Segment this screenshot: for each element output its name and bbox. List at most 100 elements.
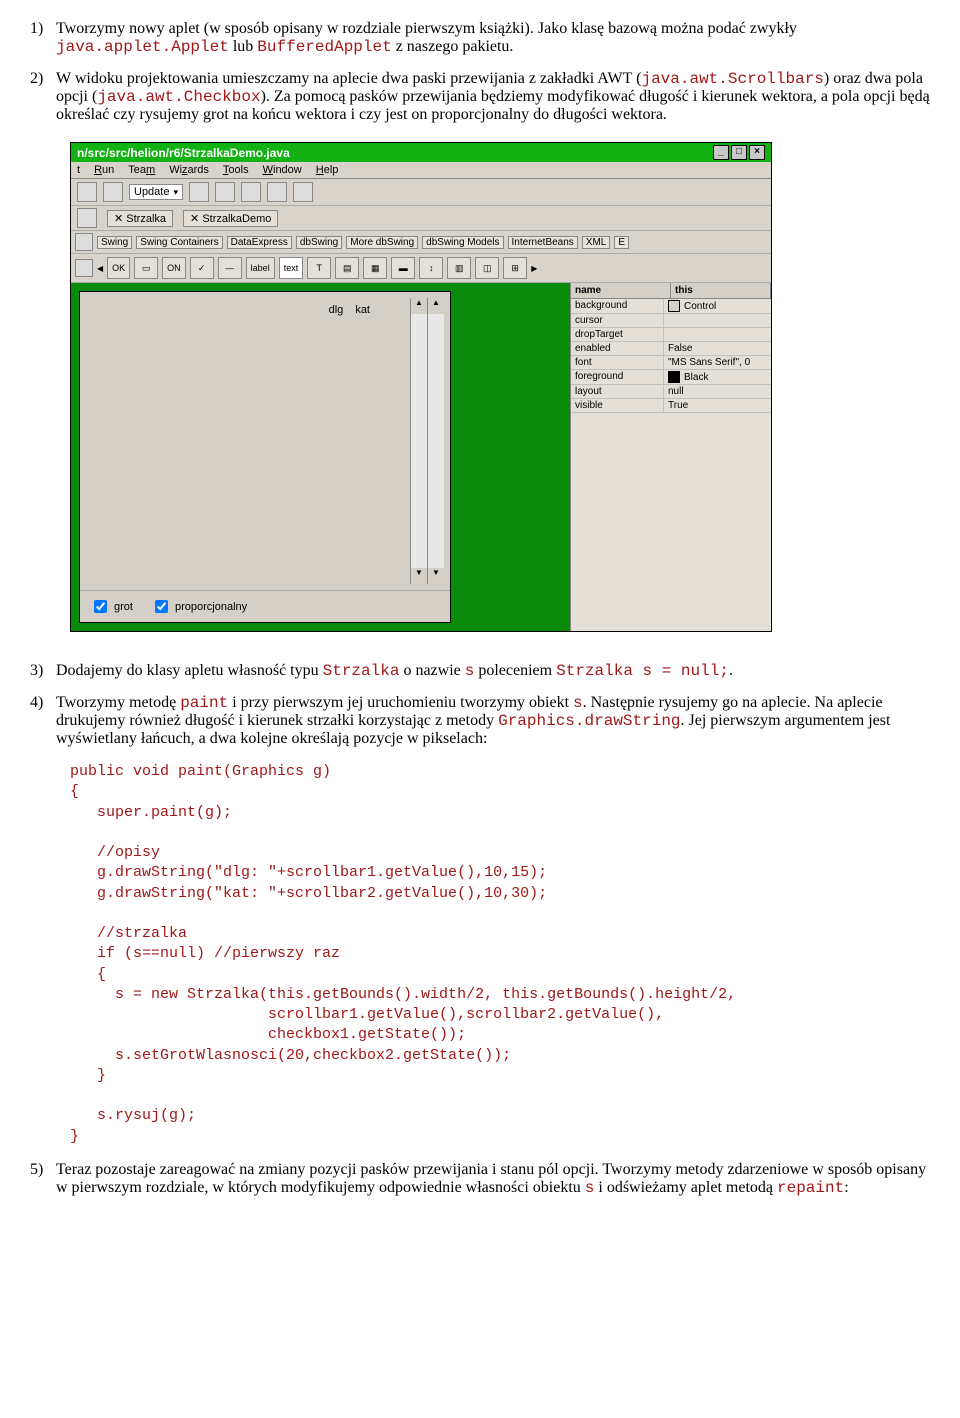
menu-item[interactable]: Wizards	[169, 164, 209, 176]
palette-item[interactable]: text	[279, 257, 304, 279]
file-tabs: ✕ Strzalka ✕ StrzalkaDemo	[71, 206, 771, 231]
palette-item[interactable]: ▬	[391, 257, 415, 279]
prop-name: layout	[571, 385, 664, 398]
property-row[interactable]: foregroundBlack	[571, 370, 771, 385]
property-row[interactable]: visibleTrue	[571, 399, 771, 413]
toolbar-dropdown[interactable]: Update	[129, 184, 183, 200]
palette-item[interactable]: ⊞	[503, 257, 527, 279]
toolbar-button[interactable]	[267, 182, 287, 202]
palette-item[interactable]: ◫	[475, 257, 499, 279]
step-number: 1)	[30, 20, 56, 56]
step-5: 5) Teraz pozostaje zareagować na zmiany …	[30, 1161, 930, 1197]
toolbar-button[interactable]	[75, 233, 93, 251]
prop-value[interactable]	[664, 328, 771, 341]
property-row[interactable]: font"MS Sans Serif", 0	[571, 356, 771, 370]
menu-item[interactable]: Window	[263, 164, 302, 176]
palette-item[interactable]: ✓	[190, 257, 214, 279]
minimize-button[interactable]: _	[713, 145, 729, 160]
maximize-button[interactable]: □	[731, 145, 747, 160]
palette-tab[interactable]: InternetBeans	[508, 236, 578, 249]
scroll-track[interactable]	[411, 314, 427, 568]
file-tab[interactable]: ✕ Strzalka	[107, 210, 173, 227]
checkbox-grot[interactable]: grot	[90, 597, 133, 616]
palette-item[interactable]: label	[246, 257, 275, 279]
vertical-scrollbar[interactable]: ▲ ▼	[427, 298, 444, 584]
menu-item[interactable]: Run	[94, 164, 114, 176]
toolbar-button[interactable]	[293, 182, 313, 202]
step-number: 2)	[30, 70, 56, 124]
checkbox-proporcjonalny[interactable]: proporcjonalny	[151, 597, 247, 616]
step-2: 2) W widoku projektowania umieszczamy na…	[30, 70, 930, 124]
menu-item[interactable]: Tools	[223, 164, 249, 176]
prop-value[interactable]	[664, 314, 771, 327]
palette-item[interactable]: T	[307, 257, 331, 279]
prop-value[interactable]: False	[664, 342, 771, 355]
prop-value[interactable]: True	[664, 399, 771, 412]
applet-form[interactable]: dlg kat ▲ ▼ ▲ ▼	[79, 291, 451, 623]
cursor-icon[interactable]	[77, 208, 97, 228]
palette-item[interactable]: OK	[107, 257, 130, 279]
palette-item[interactable]: —	[218, 257, 242, 279]
color-swatch-icon	[668, 300, 680, 312]
property-row[interactable]: enabledFalse	[571, 342, 771, 356]
palette-tab[interactable]: DataExpress	[227, 236, 292, 249]
code-inline: java.applet.Applet	[56, 38, 229, 56]
toolbar-button[interactable]	[103, 182, 123, 202]
code-inline: Strzalka s = null;	[556, 662, 729, 680]
prop-name: enabled	[571, 342, 664, 355]
step-1: 1) Tworzymy nowy aplet (w sposób opisany…	[30, 20, 930, 56]
menu-bar: t Run Team Wizards Tools Window Help	[71, 162, 771, 179]
code-inline: repaint	[777, 1179, 844, 1197]
file-tab[interactable]: ✕ StrzalkaDemo	[183, 210, 278, 227]
prop-value[interactable]: "MS Sans Serif", 0	[664, 356, 771, 369]
code-inline: s	[465, 662, 475, 680]
prop-value[interactable]: Control	[664, 299, 771, 313]
palette-tab[interactable]: Swing Containers	[136, 236, 222, 249]
palette-item[interactable]: ON	[162, 257, 186, 279]
palette-item[interactable]: ▦	[363, 257, 387, 279]
toolbar-button[interactable]	[215, 182, 235, 202]
scroll-down-button[interactable]: ▼	[411, 568, 427, 584]
toolbar-button[interactable]	[241, 182, 261, 202]
property-row[interactable]: dropTarget	[571, 328, 771, 342]
scroll-up-button[interactable]: ▲	[428, 298, 444, 314]
palette-item[interactable]: ▭	[134, 257, 158, 279]
scroll-track[interactable]	[428, 314, 444, 568]
toolbar-button[interactable]	[77, 182, 97, 202]
chevron-left-icon[interactable]: ◀	[97, 264, 103, 273]
ide-screenshot: n/src/src/helion/r6/StrzalkaDemo.java _ …	[70, 142, 772, 632]
menu-item[interactable]: t	[77, 164, 80, 176]
step-number: 4)	[30, 694, 56, 748]
palette-tab[interactable]: XML	[582, 236, 611, 249]
step-body: Tworzymy nowy aplet (w sposób opisany w …	[56, 20, 930, 56]
form-client-area[interactable]: dlg kat	[86, 298, 410, 584]
design-canvas-area: dlg kat ▲ ▼ ▲ ▼	[71, 283, 771, 631]
code-inline: BufferedApplet	[257, 38, 391, 56]
code-inline: java.awt.Checkbox	[97, 88, 260, 106]
design-canvas[interactable]: dlg kat ▲ ▼ ▲ ▼	[71, 283, 570, 631]
palette-item[interactable]: ↕	[419, 257, 443, 279]
property-row[interactable]: cursor	[571, 314, 771, 328]
palette-item[interactable]: ▤	[335, 257, 359, 279]
prop-value[interactable]: null	[664, 385, 771, 398]
menu-item[interactable]: Team	[128, 164, 155, 176]
menu-item[interactable]: Help	[316, 164, 339, 176]
step-4: 4) Tworzymy metodę paint i przy pierwszy…	[30, 694, 930, 748]
chevron-right-icon[interactable]: ▶	[531, 264, 537, 273]
prop-value[interactable]: Black	[664, 370, 771, 384]
palette-tab[interactable]: dbSwing Models	[422, 236, 503, 249]
palette-tab[interactable]: Swing	[97, 236, 132, 249]
palette-tab[interactable]: More dbSwing	[346, 236, 418, 249]
vertical-scrollbar[interactable]: ▲ ▼	[410, 298, 427, 584]
close-button[interactable]: ×	[749, 145, 765, 160]
palette-tab[interactable]: dbSwing	[296, 236, 342, 249]
scroll-down-button[interactable]: ▼	[428, 568, 444, 584]
toolbar-button[interactable]	[189, 182, 209, 202]
code-inline: java.awt.Scrollbars	[641, 70, 823, 88]
property-row[interactable]: backgroundControl	[571, 299, 771, 314]
toolbar-button[interactable]	[75, 259, 93, 277]
palette-item[interactable]: ▥	[447, 257, 471, 279]
palette-tab[interactable]: E	[614, 236, 629, 249]
scroll-up-button[interactable]: ▲	[411, 298, 427, 314]
property-row[interactable]: layoutnull	[571, 385, 771, 399]
